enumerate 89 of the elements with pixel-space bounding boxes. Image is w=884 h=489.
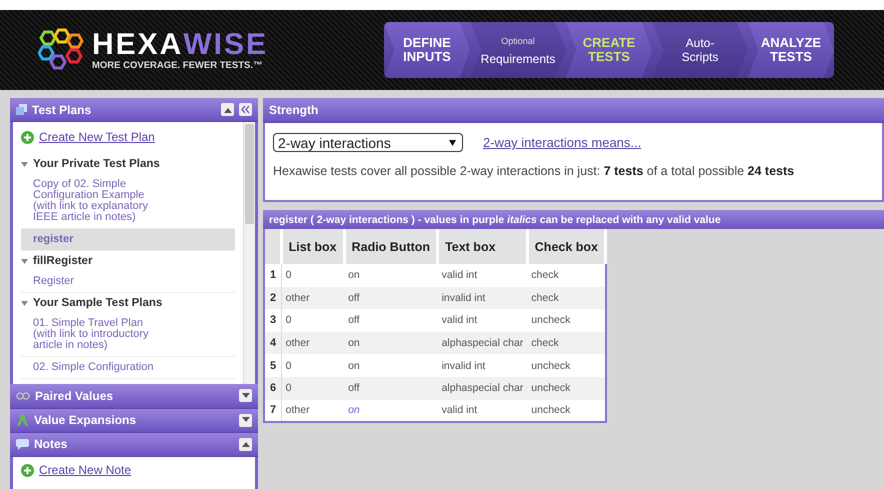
add-icon bbox=[21, 130, 34, 144]
scrollbar[interactable] bbox=[243, 122, 255, 384]
table-cell: other bbox=[281, 400, 344, 422]
table-cell: off bbox=[344, 309, 438, 332]
section-title: Value Expansions bbox=[34, 413, 138, 428]
panel-title: Strength bbox=[269, 103, 320, 117]
double-chevron-icon bbox=[241, 106, 250, 114]
row-number: 5 bbox=[264, 354, 282, 377]
table-cell: off bbox=[344, 376, 438, 400]
add-icon bbox=[21, 464, 34, 477]
expand-arrow-icon bbox=[21, 300, 28, 306]
table-cell: check bbox=[527, 286, 606, 310]
table-cell: other bbox=[281, 332, 344, 354]
table-cell: on bbox=[344, 400, 438, 422]
brand-name: HEXAWISE bbox=[92, 30, 268, 60]
coverage-summary: Hexawise tests cover all possible 2-way interactions in just: 7 tests of a total possible 24 tests bbox=[273, 164, 796, 178]
table-cell: valid int bbox=[438, 309, 528, 332]
table-cell: 0 bbox=[281, 264, 344, 287]
section-header[interactable]: Paired Values bbox=[10, 384, 258, 409]
help-link[interactable]: 2-way interactions means... bbox=[483, 135, 642, 150]
expand-arrow-icon bbox=[21, 258, 28, 264]
expand-arrow-icon bbox=[21, 162, 28, 167]
table-cell: other bbox=[281, 286, 344, 310]
section-title: Paired Values bbox=[35, 388, 114, 403]
workflow-step-tab[interactable]: Auto-Scripts bbox=[652, 22, 748, 78]
hide-sidebar-button[interactable] bbox=[239, 103, 252, 116]
row-number: 3 bbox=[264, 309, 282, 332]
table-cell: valid int bbox=[438, 400, 528, 422]
table-cell: alphaspecial char bbox=[438, 332, 528, 354]
toggle-button[interactable] bbox=[239, 414, 252, 427]
table-cell: check bbox=[527, 264, 606, 287]
table-cell: invalid int bbox=[438, 354, 528, 377]
test-plan-item[interactable]: 01. Simple Travel Plan (with link to introductory article in notes) bbox=[21, 313, 235, 358]
create-note-link[interactable]: Create New Note bbox=[39, 463, 132, 478]
table-cell: 0 bbox=[281, 309, 344, 332]
documents-icon bbox=[16, 104, 27, 116]
table-cell: uncheck bbox=[527, 400, 606, 422]
row-number: 2 bbox=[264, 286, 282, 310]
section-header[interactable]: Notes bbox=[10, 432, 258, 458]
table-cell: uncheck bbox=[527, 354, 606, 377]
column-header: List box bbox=[281, 229, 344, 264]
strength-dropdown[interactable]: 2-way interactions bbox=[273, 133, 463, 152]
branch-icon bbox=[16, 414, 29, 426]
section-header[interactable]: Value Expansions bbox=[10, 408, 258, 433]
table-cell: uncheck bbox=[527, 309, 606, 332]
workflow-step-tab[interactable]: Optional Requirements bbox=[470, 22, 566, 78]
caret-up-icon bbox=[224, 106, 232, 113]
table-cell: on bbox=[344, 354, 438, 377]
caret-down-icon bbox=[242, 417, 250, 424]
test-plan-item[interactable]: 02. Simple Configuration bbox=[21, 357, 235, 380]
table-cell: off bbox=[344, 286, 438, 310]
table-cell: 0 bbox=[281, 354, 344, 377]
table-cell: alphaspecial char bbox=[438, 376, 528, 400]
table-cell: on bbox=[344, 332, 438, 354]
create-plan-link[interactable]: Create New Test Plan bbox=[39, 130, 155, 144]
row-number: 7 bbox=[264, 400, 282, 422]
table-cell: uncheck bbox=[527, 376, 606, 400]
panel-title: Test Plans bbox=[32, 102, 92, 117]
toggle-button[interactable] bbox=[239, 438, 252, 451]
collapse-button[interactable] bbox=[221, 103, 234, 116]
hexagon-logo-icon bbox=[38, 28, 86, 72]
toggle-button[interactable] bbox=[239, 389, 252, 402]
table-cell: valid int bbox=[438, 264, 528, 287]
table-cell: check bbox=[527, 332, 606, 354]
table-cell: 0 bbox=[281, 376, 344, 400]
workflow-step-tab[interactable]: ANALYZE TESTS bbox=[748, 22, 834, 78]
caret-up-icon bbox=[242, 441, 250, 448]
table-cell: invalid int bbox=[438, 286, 528, 310]
link-icon bbox=[16, 392, 30, 400]
plan-group-toggle[interactable]: Your Sample Test Plans bbox=[21, 293, 235, 314]
row-number: 4 bbox=[264, 332, 282, 354]
workflow-step-tab[interactable]: DEFINE INPUTS bbox=[384, 22, 470, 78]
table-cell: on bbox=[344, 264, 438, 287]
column-header: Text box bbox=[438, 229, 528, 264]
speech-bubble-icon bbox=[16, 438, 29, 450]
column-header: Radio Button bbox=[344, 229, 438, 264]
dropdown-arrow-icon bbox=[449, 140, 456, 146]
caret-down-icon bbox=[242, 392, 250, 399]
row-number: 1 bbox=[264, 264, 282, 287]
tagline: MORE COVERAGE. FEWER TESTS.™ bbox=[92, 60, 264, 70]
column-header: Check box bbox=[527, 229, 606, 264]
row-number: 6 bbox=[264, 376, 282, 400]
plan-group-toggle[interactable]: Your Private Test Plans bbox=[21, 154, 235, 174]
test-plan-item[interactable]: Register bbox=[21, 271, 235, 294]
table-title: register ( 2-way interactions ) - values in purple italics can be replaced with any valid value bbox=[269, 214, 721, 226]
test-plan-item[interactable]: register bbox=[21, 229, 235, 252]
workflow-step-tab[interactable]: CREATE TESTS bbox=[566, 22, 652, 78]
section-title: Notes bbox=[34, 437, 68, 452]
plan-group-toggle[interactable]: fillRegister bbox=[21, 251, 235, 272]
